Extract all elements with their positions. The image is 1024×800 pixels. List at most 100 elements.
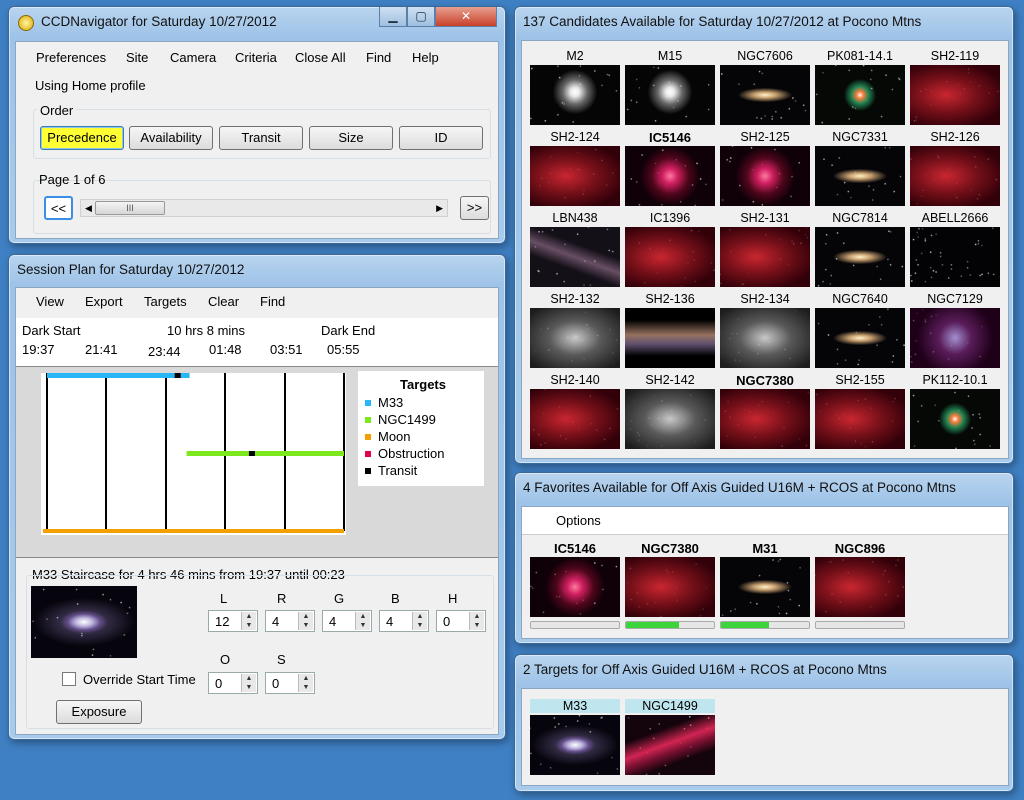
legend-title: Targets — [400, 377, 446, 392]
candidate-thumbnail[interactable]: IC5146 — [625, 130, 715, 208]
menu-find-session[interactable]: Find — [260, 294, 285, 309]
scroll-right-icon[interactable]: ▶ — [436, 200, 443, 217]
candidate-thumbnail[interactable]: NGC7640 — [815, 292, 905, 370]
order-precedence-button[interactable]: Precedence — [40, 126, 124, 150]
candidate-name: M15 — [657, 49, 683, 63]
maximize-button[interactable]: ▢ — [407, 7, 435, 27]
candidate-name: SH2-142 — [645, 373, 695, 387]
candidate-name: SH2-136 — [645, 292, 695, 306]
candidate-name: NGC7814 — [832, 211, 888, 225]
candidate-image — [910, 146, 1000, 206]
candidate-thumbnail[interactable]: SH2-136 — [625, 292, 715, 370]
candidate-thumbnail[interactable]: SH2-132 — [530, 292, 620, 370]
order-transit-button[interactable]: Transit — [219, 126, 303, 150]
candidate-thumbnail[interactable]: PK081-14.1 — [815, 49, 905, 127]
candidate-thumbnail[interactable]: ABELL2666 — [910, 211, 1000, 289]
stepper-arrows-icon[interactable]: ▲ ▼ — [298, 612, 313, 630]
override-start-checkbox[interactable] — [62, 672, 76, 686]
candidate-thumbnail[interactable]: IC1396 — [625, 211, 715, 289]
candidate-thumbnail[interactable]: M15 — [625, 49, 715, 127]
favorite-thumbnail[interactable]: NGC896 — [815, 541, 905, 633]
candidates-window: 137 Candidates Available for Saturday 10… — [514, 6, 1014, 464]
menu-find[interactable]: Find — [366, 50, 391, 65]
menu-help[interactable]: Help — [412, 50, 439, 65]
favorite-thumbnail[interactable]: M31 — [720, 541, 810, 633]
filter-count-stepper[interactable]: 0 ▲ ▼ — [436, 610, 486, 632]
favorite-progress-bar — [815, 621, 905, 629]
favorite-thumbnail[interactable]: NGC7380 — [625, 541, 715, 633]
menu-site[interactable]: Site — [126, 50, 148, 65]
candidate-thumbnail[interactable]: LBN438 — [530, 211, 620, 289]
candidate-image — [530, 389, 620, 449]
prev-page-button[interactable]: << — [44, 196, 73, 220]
stepper-arrows-icon[interactable]: ▲ ▼ — [355, 612, 370, 630]
target-tile[interactable]: M33 — [530, 699, 620, 779]
legend-item-moon: Moon — [365, 429, 411, 444]
filter-count-stepper[interactable]: 4 ▲ ▼ — [265, 610, 315, 632]
minimize-button[interactable]: ▁ — [379, 7, 407, 27]
order-id-button[interactable]: ID — [399, 126, 483, 150]
candidate-thumbnail[interactable]: NGC7129 — [910, 292, 1000, 370]
filter-count-stepper[interactable]: 4 ▲ ▼ — [379, 610, 429, 632]
next-page-button[interactable]: >> — [460, 196, 489, 220]
filter-label: G — [334, 591, 345, 606]
filter-count-stepper[interactable]: 4 ▲ ▼ — [322, 610, 372, 632]
candidate-thumbnail[interactable]: SH2-131 — [720, 211, 810, 289]
order-size-button[interactable]: Size — [309, 126, 393, 150]
favorite-thumbnail[interactable]: IC5146 — [530, 541, 620, 633]
candidate-name: IC5146 — [649, 130, 691, 145]
order-availability-button[interactable]: Availability — [129, 126, 213, 150]
favorite-image — [625, 557, 715, 617]
filter-label: L — [220, 591, 228, 606]
candidate-thumbnail[interactable]: NGC7814 — [815, 211, 905, 289]
menu-view[interactable]: View — [36, 294, 64, 309]
candidate-thumbnail[interactable]: SH2-134 — [720, 292, 810, 370]
candidate-image — [910, 308, 1000, 368]
scroll-thumb[interactable]: III — [95, 201, 165, 215]
menu-criteria[interactable]: Criteria — [235, 50, 277, 65]
candidate-thumbnail[interactable]: NGC7331 — [815, 130, 905, 208]
candidate-thumbnail[interactable]: SH2-125 — [720, 130, 810, 208]
menu-targets[interactable]: Targets — [144, 294, 187, 309]
stepper-arrows-icon[interactable]: ▲ ▼ — [241, 674, 256, 692]
stepper-arrows-icon[interactable]: ▲ ▼ — [241, 612, 256, 630]
candidate-name: M2 — [566, 49, 584, 63]
filter-count-stepper[interactable]: 0 ▲ ▼ — [265, 672, 315, 694]
exposure-button[interactable]: Exposure — [56, 700, 142, 724]
candidate-thumbnail[interactable]: PK112-10.1 — [910, 373, 1000, 451]
candidate-thumbnail[interactable]: M2 — [530, 49, 620, 127]
filter-count-stepper[interactable]: 0 ▲ ▼ — [208, 672, 258, 694]
menu-options[interactable]: Options — [556, 513, 601, 528]
favorite-image — [815, 557, 905, 617]
candidates-grid: M2 M15 NGC7606 PK081-14.1 SH2-119 SH2-124 IC51… — [521, 40, 1009, 459]
scroll-left-icon[interactable]: ◀ — [85, 200, 92, 217]
candidate-image — [720, 389, 810, 449]
filter-count-stepper[interactable]: 12 ▲ ▼ — [208, 610, 258, 632]
candidate-name: NGC7606 — [737, 49, 793, 63]
candidate-thumbnail[interactable]: SH2-126 — [910, 130, 1000, 208]
candidate-thumbnail[interactable]: SH2-124 — [530, 130, 620, 208]
close-button[interactable]: ✕ — [435, 7, 497, 27]
candidate-thumbnail[interactable]: SH2-140 — [530, 373, 620, 451]
candidate-image — [815, 308, 905, 368]
candidate-thumbnail[interactable]: NGC7606 — [720, 49, 810, 127]
legend-item-obstruction: Obstruction — [365, 446, 444, 461]
candidates-title: 137 Candidates Available for Saturday 10… — [523, 14, 922, 29]
candidate-thumbnail[interactable]: SH2-155 — [815, 373, 905, 451]
menu-export[interactable]: Export — [85, 294, 123, 309]
stepper-arrows-icon[interactable]: ▲ ▼ — [298, 674, 313, 692]
stepper-arrows-icon[interactable]: ▲ ▼ — [412, 612, 427, 630]
menu-clear[interactable]: Clear — [208, 294, 239, 309]
page-scrollbar[interactable]: ◀ III ▶ — [80, 199, 448, 217]
target-tile[interactable]: NGC1499 — [625, 699, 715, 779]
menu-preferences[interactable]: Preferences — [36, 50, 106, 65]
candidate-thumbnail[interactable]: NGC7380 — [720, 373, 810, 451]
stepper-arrows-icon[interactable]: ▲ ▼ — [469, 612, 484, 630]
candidate-thumbnail[interactable]: SH2-142 — [625, 373, 715, 451]
candidate-thumbnail[interactable]: SH2-119 — [910, 49, 1000, 127]
main-client: Preferences Site Camera Criteria Close A… — [15, 41, 499, 239]
menu-close-all[interactable]: Close All — [295, 50, 346, 65]
timeline-plot — [41, 373, 346, 535]
candidate-name: LBN438 — [552, 211, 598, 225]
menu-camera[interactable]: Camera — [170, 50, 216, 65]
